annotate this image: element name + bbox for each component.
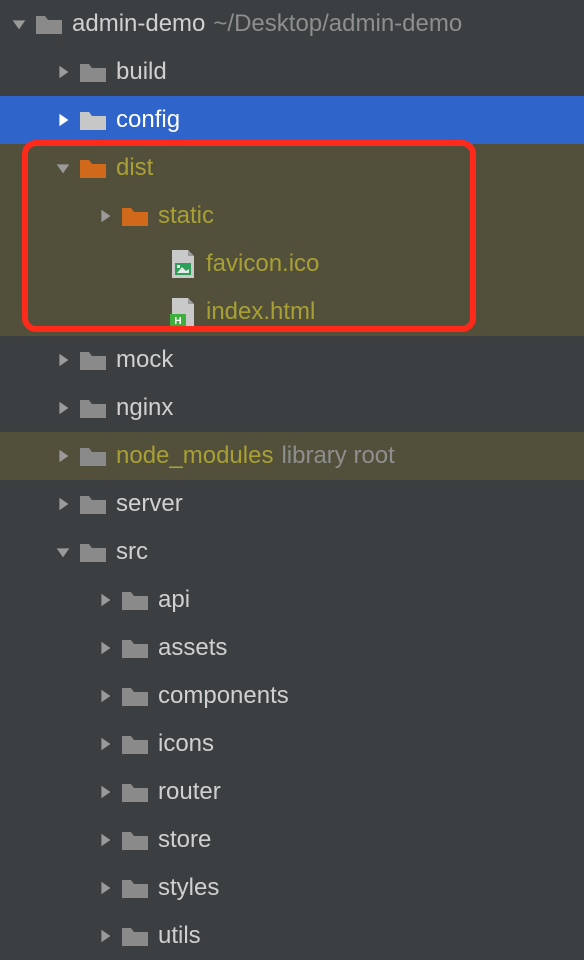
folder-icon — [118, 732, 152, 756]
folder-icon — [118, 588, 152, 612]
image-file-icon — [166, 249, 200, 279]
tree-item-label: config — [116, 106, 180, 134]
tree-item-label: router — [158, 778, 221, 806]
chevron-down-icon[interactable] — [50, 159, 76, 177]
tree-item-label: node_modules — [116, 442, 273, 470]
folder-icon — [76, 444, 110, 468]
tree-item-label: icons — [158, 730, 214, 758]
chevron-down-icon[interactable] — [50, 543, 76, 561]
chevron-right-icon[interactable] — [50, 495, 76, 513]
folder-icon — [118, 828, 152, 852]
html-file-icon: H — [166, 297, 200, 327]
tree-row[interactable]: favicon.ico — [0, 240, 584, 288]
tree-row[interactable]: H index.html — [0, 288, 584, 336]
folder-excluded-icon — [76, 156, 110, 180]
chevron-right-icon[interactable] — [50, 111, 76, 129]
folder-icon — [76, 60, 110, 84]
tree-row[interactable]: server — [0, 480, 584, 528]
chevron-right-icon[interactable] — [50, 63, 76, 81]
tree-row-selected[interactable]: config — [0, 96, 584, 144]
folder-icon — [118, 876, 152, 900]
tree-item-label: favicon.ico — [206, 250, 319, 278]
tree-item-label: src — [116, 538, 148, 566]
tree-row[interactable]: router — [0, 768, 584, 816]
tree-item-label: api — [158, 586, 190, 614]
tree-row[interactable]: utils — [0, 912, 584, 960]
folder-icon — [118, 780, 152, 804]
tree-item-label: static — [158, 202, 214, 230]
tree-item-label: admin-demo — [72, 10, 205, 38]
chevron-right-icon[interactable] — [92, 927, 118, 945]
chevron-right-icon[interactable] — [50, 447, 76, 465]
tree-row[interactable]: dist — [0, 144, 584, 192]
chevron-right-icon[interactable] — [92, 639, 118, 657]
tree-row-root[interactable]: admin-demo ~/Desktop/admin-demo — [0, 0, 584, 48]
chevron-down-icon[interactable] — [6, 15, 32, 33]
folder-icon — [118, 684, 152, 708]
chevron-right-icon[interactable] — [92, 879, 118, 897]
folder-icon — [76, 108, 110, 132]
tree-row[interactable]: icons — [0, 720, 584, 768]
folder-icon — [76, 492, 110, 516]
chevron-right-icon[interactable] — [50, 399, 76, 417]
tree-item-label: store — [158, 826, 211, 854]
chevron-right-icon[interactable] — [92, 591, 118, 609]
chevron-right-icon[interactable] — [92, 735, 118, 753]
tree-row[interactable]: api — [0, 576, 584, 624]
tree-item-label: dist — [116, 154, 153, 182]
tree-row[interactable]: src — [0, 528, 584, 576]
folder-icon — [32, 12, 66, 36]
tree-item-label: utils — [158, 922, 201, 950]
chevron-right-icon[interactable] — [92, 207, 118, 225]
tree-row[interactable]: static — [0, 192, 584, 240]
folder-icon — [76, 396, 110, 420]
tree-item-label: components — [158, 682, 289, 710]
tree-row[interactable]: styles — [0, 864, 584, 912]
tree-row[interactable]: store — [0, 816, 584, 864]
tree-row[interactable]: node_modules library root — [0, 432, 584, 480]
tree-row[interactable]: mock — [0, 336, 584, 384]
chevron-right-icon[interactable] — [92, 831, 118, 849]
folder-icon — [76, 348, 110, 372]
chevron-right-icon[interactable] — [92, 687, 118, 705]
folder-icon — [76, 540, 110, 564]
tree-item-path: ~/Desktop/admin-demo — [213, 10, 462, 38]
tree-row[interactable]: build — [0, 48, 584, 96]
tree-item-label: nginx — [116, 394, 173, 422]
chevron-right-icon[interactable] — [50, 351, 76, 369]
tree-row[interactable]: components — [0, 672, 584, 720]
tree-row[interactable]: nginx — [0, 384, 584, 432]
tree-item-label: server — [116, 490, 183, 518]
folder-icon — [118, 636, 152, 660]
tree-item-label: assets — [158, 634, 227, 662]
folder-excluded-icon — [118, 204, 152, 228]
tree-item-label: index.html — [206, 298, 315, 326]
tree-item-hint: library root — [281, 442, 394, 470]
tree-item-label: mock — [116, 346, 173, 374]
tree-item-label: build — [116, 58, 167, 86]
tree-item-label: styles — [158, 874, 219, 902]
folder-icon — [118, 924, 152, 948]
svg-text:H: H — [174, 316, 181, 327]
tree-row[interactable]: assets — [0, 624, 584, 672]
chevron-right-icon[interactable] — [92, 783, 118, 801]
project-tree: admin-demo ~/Desktop/admin-demo build co… — [0, 0, 584, 960]
